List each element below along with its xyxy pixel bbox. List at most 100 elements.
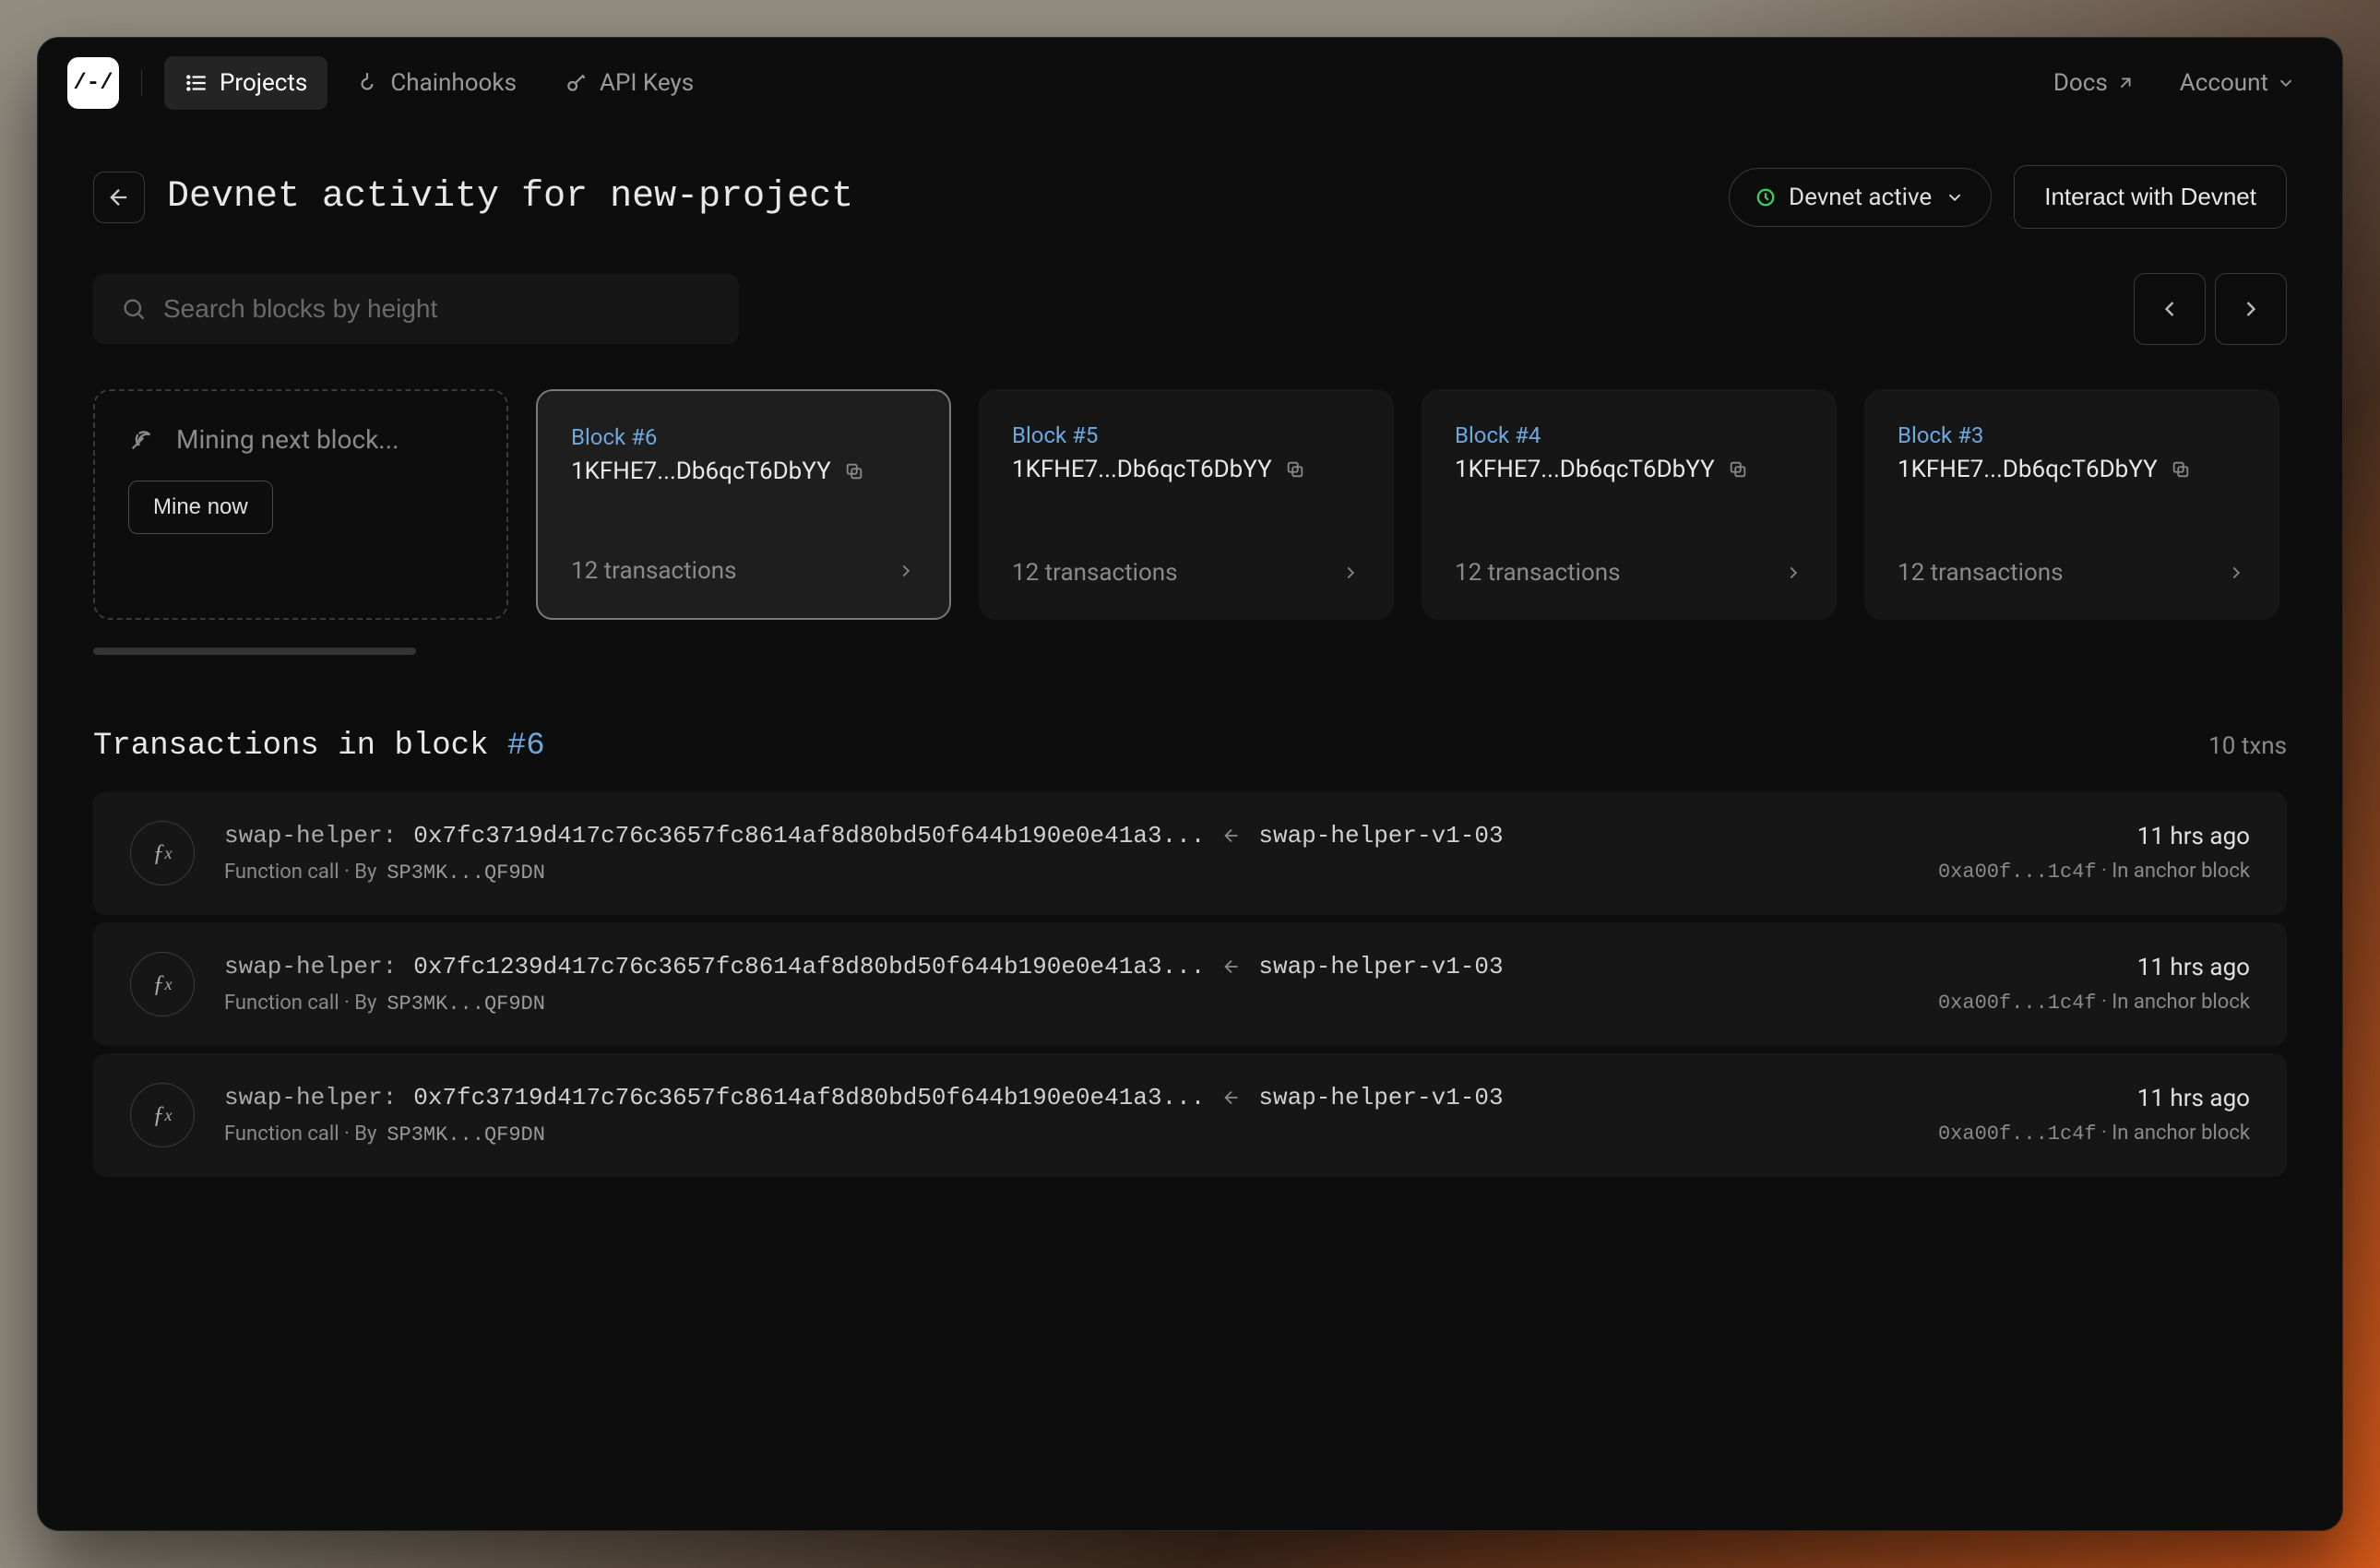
search-icon — [121, 296, 147, 322]
arrow-left-icon — [1221, 1087, 1242, 1108]
txn-time: 11 hrs ago — [1938, 823, 2250, 850]
block-label: Block #6 — [571, 424, 916, 450]
blocks-row: Mining next block... Mine now Block #6 1… — [93, 389, 2287, 631]
mining-label: Mining next block... — [176, 424, 399, 455]
txn-anchor: In anchor block — [2112, 1122, 2250, 1145]
txn-by-label: By — [354, 992, 376, 1015]
txn-by-address: SP3MK...QF9DN — [387, 1123, 545, 1146]
copy-icon[interactable] — [844, 461, 864, 481]
txn-type: Function call — [224, 861, 339, 884]
txn-anchor-meta: 0xa00f...1c4f · In anchor block — [1938, 860, 2250, 884]
txn-meta-line: Function call · By SP3MK...QF9DN — [224, 1123, 1909, 1146]
block-address: 1KFHE7...Db6qcT6DbYY — [571, 457, 916, 485]
blocks-scrollbar[interactable] — [93, 647, 416, 655]
chevron-right-icon — [1340, 563, 1361, 583]
search-input[interactable] — [163, 294, 711, 324]
block-address: 1KFHE7...Db6qcT6DbYY — [1012, 456, 1361, 483]
txn-by-label: By — [354, 1123, 376, 1146]
block-card[interactable]: Block #3 1KFHE7...Db6qcT6DbYY 12 transac… — [1864, 389, 2279, 620]
txn-by-label: By — [354, 861, 376, 884]
txn-anchor: In anchor block — [2112, 991, 2250, 1014]
copy-icon[interactable] — [1285, 459, 1305, 480]
arrow-left-icon — [1221, 956, 1242, 977]
nav-label: Chainhooks — [390, 69, 517, 97]
txn-meta-line: Function call · By SP3MK...QF9DN — [224, 861, 1909, 885]
txn-meta-line: Function call · By SP3MK...QF9DN — [224, 992, 1909, 1016]
status-label: Devnet active — [1789, 184, 1932, 211]
pickaxe-icon — [128, 427, 154, 453]
txn-anchor-meta: 0xa00f...1c4f · In anchor block — [1938, 991, 2250, 1015]
back-button[interactable] — [93, 172, 145, 223]
txn-source: swap-helper-v1-03 — [1258, 1084, 1503, 1111]
arrow-left-icon — [106, 184, 132, 210]
copy-icon[interactable] — [2171, 459, 2191, 480]
status-active-icon — [1755, 187, 1776, 208]
block-card[interactable]: Block #6 1KFHE7...Db6qcT6DbYY 12 transac… — [536, 389, 951, 620]
txn-name: swap-helper: — [224, 953, 397, 980]
mine-now-button[interactable]: Mine now — [128, 481, 273, 534]
txn-source: swap-helper-v1-03 — [1258, 953, 1503, 980]
txns-title: Transactions in block #6 — [93, 729, 545, 764]
txn-row[interactable]: ƒx swap-helper: 0x7fc3719d417c76c3657fc8… — [93, 791, 2287, 915]
interact-button[interactable]: Interact with Devnet — [2014, 165, 2287, 229]
nav-projects[interactable]: Projects — [164, 56, 327, 110]
block-pager — [2134, 273, 2287, 345]
block-txn-count: 12 transactions — [571, 557, 737, 585]
function-call-icon: ƒx — [130, 821, 195, 885]
nav-apikeys[interactable]: API Keys — [544, 56, 714, 110]
txn-main: swap-helper: 0x7fc1239d417c76c3657fc8614… — [224, 953, 1909, 1016]
txn-id: 0xa00f...1c4f — [1938, 861, 2097, 884]
topbar: /-/ Projects Chainhooks API Keys Docs Ac… — [38, 38, 2342, 128]
search-box[interactable] — [93, 274, 739, 344]
block-address: 1KFHE7...Db6qcT6DbYY — [1898, 456, 2246, 483]
docs-link[interactable]: Docs — [2037, 60, 2152, 106]
txn-type: Function call — [224, 992, 339, 1015]
page-title: Devnet activity for new-project — [167, 176, 1707, 218]
account-menu[interactable]: Account — [2163, 60, 2313, 106]
txn-name: swap-helper: — [224, 1084, 397, 1111]
txns-title-block: #6 — [507, 729, 545, 764]
pager-prev[interactable] — [2134, 273, 2206, 345]
txn-row[interactable]: ƒx swap-helper: 0x7fc3719d417c76c3657fc8… — [93, 1053, 2287, 1177]
txn-row[interactable]: ƒx swap-helper: 0x7fc1239d417c76c3657fc8… — [93, 922, 2287, 1046]
block-address: 1KFHE7...Db6qcT6DbYY — [1455, 456, 1803, 483]
divider — [141, 70, 142, 96]
txn-list: ƒx swap-helper: 0x7fc3719d417c76c3657fc8… — [93, 791, 2287, 1177]
txn-main: swap-helper: 0x7fc3719d417c76c3657fc8614… — [224, 822, 1909, 885]
txn-main: swap-helper: 0x7fc3719d417c76c3657fc8614… — [224, 1084, 1909, 1146]
txn-right: 11 hrs ago 0xa00f...1c4f · In anchor blo… — [1938, 1085, 2250, 1146]
chevron-left-icon — [2157, 296, 2183, 322]
txn-hash: 0x7fc1239d417c76c3657fc8614af8d80bd50f64… — [413, 953, 1205, 980]
search-row — [93, 273, 2287, 345]
txn-id: 0xa00f...1c4f — [1938, 1123, 2097, 1146]
block-txn-count: 12 transactions — [1455, 559, 1621, 587]
block-card[interactable]: Block #5 1KFHE7...Db6qcT6DbYY 12 transac… — [979, 389, 1394, 620]
block-card[interactable]: Block #4 1KFHE7...Db6qcT6DbYY 12 transac… — [1422, 389, 1837, 620]
chevron-down-icon — [1945, 187, 1965, 208]
nav-chainhooks[interactable]: Chainhooks — [335, 56, 537, 110]
nav-label: Projects — [220, 69, 307, 97]
app-window: /-/ Projects Chainhooks API Keys Docs Ac… — [37, 37, 2343, 1531]
txn-by-address: SP3MK...QF9DN — [387, 992, 545, 1016]
txn-time: 11 hrs ago — [1938, 1085, 2250, 1112]
page-content: Devnet activity for new-project Devnet a… — [38, 128, 2342, 1214]
chevron-right-icon — [1783, 563, 1803, 583]
block-txn-count: 12 transactions — [1012, 559, 1178, 587]
mining-card: Mining next block... Mine now — [93, 389, 508, 620]
txn-name: swap-helper: — [224, 822, 397, 849]
external-link-icon — [2115, 73, 2136, 93]
txn-hash: 0x7fc3719d417c76c3657fc8614af8d80bd50f64… — [413, 1084, 1205, 1111]
block-txn-count: 12 transactions — [1898, 559, 2064, 587]
txn-right: 11 hrs ago 0xa00f...1c4f · In anchor blo… — [1938, 823, 2250, 884]
devnet-status-menu[interactable]: Devnet active — [1729, 168, 1992, 227]
copy-icon[interactable] — [1728, 459, 1748, 480]
txn-source: swap-helper-v1-03 — [1258, 822, 1503, 849]
logo[interactable]: /-/ — [67, 57, 119, 109]
txn-time: 11 hrs ago — [1938, 954, 2250, 981]
txn-hash: 0x7fc3719d417c76c3657fc8614af8d80bd50f64… — [413, 822, 1205, 849]
block-footer: 12 transactions — [1455, 559, 1803, 587]
txn-anchor-meta: 0xa00f...1c4f · In anchor block — [1938, 1122, 2250, 1146]
pager-next[interactable] — [2215, 273, 2287, 345]
docs-label: Docs — [2053, 69, 2108, 97]
function-call-icon: ƒx — [130, 952, 195, 1016]
